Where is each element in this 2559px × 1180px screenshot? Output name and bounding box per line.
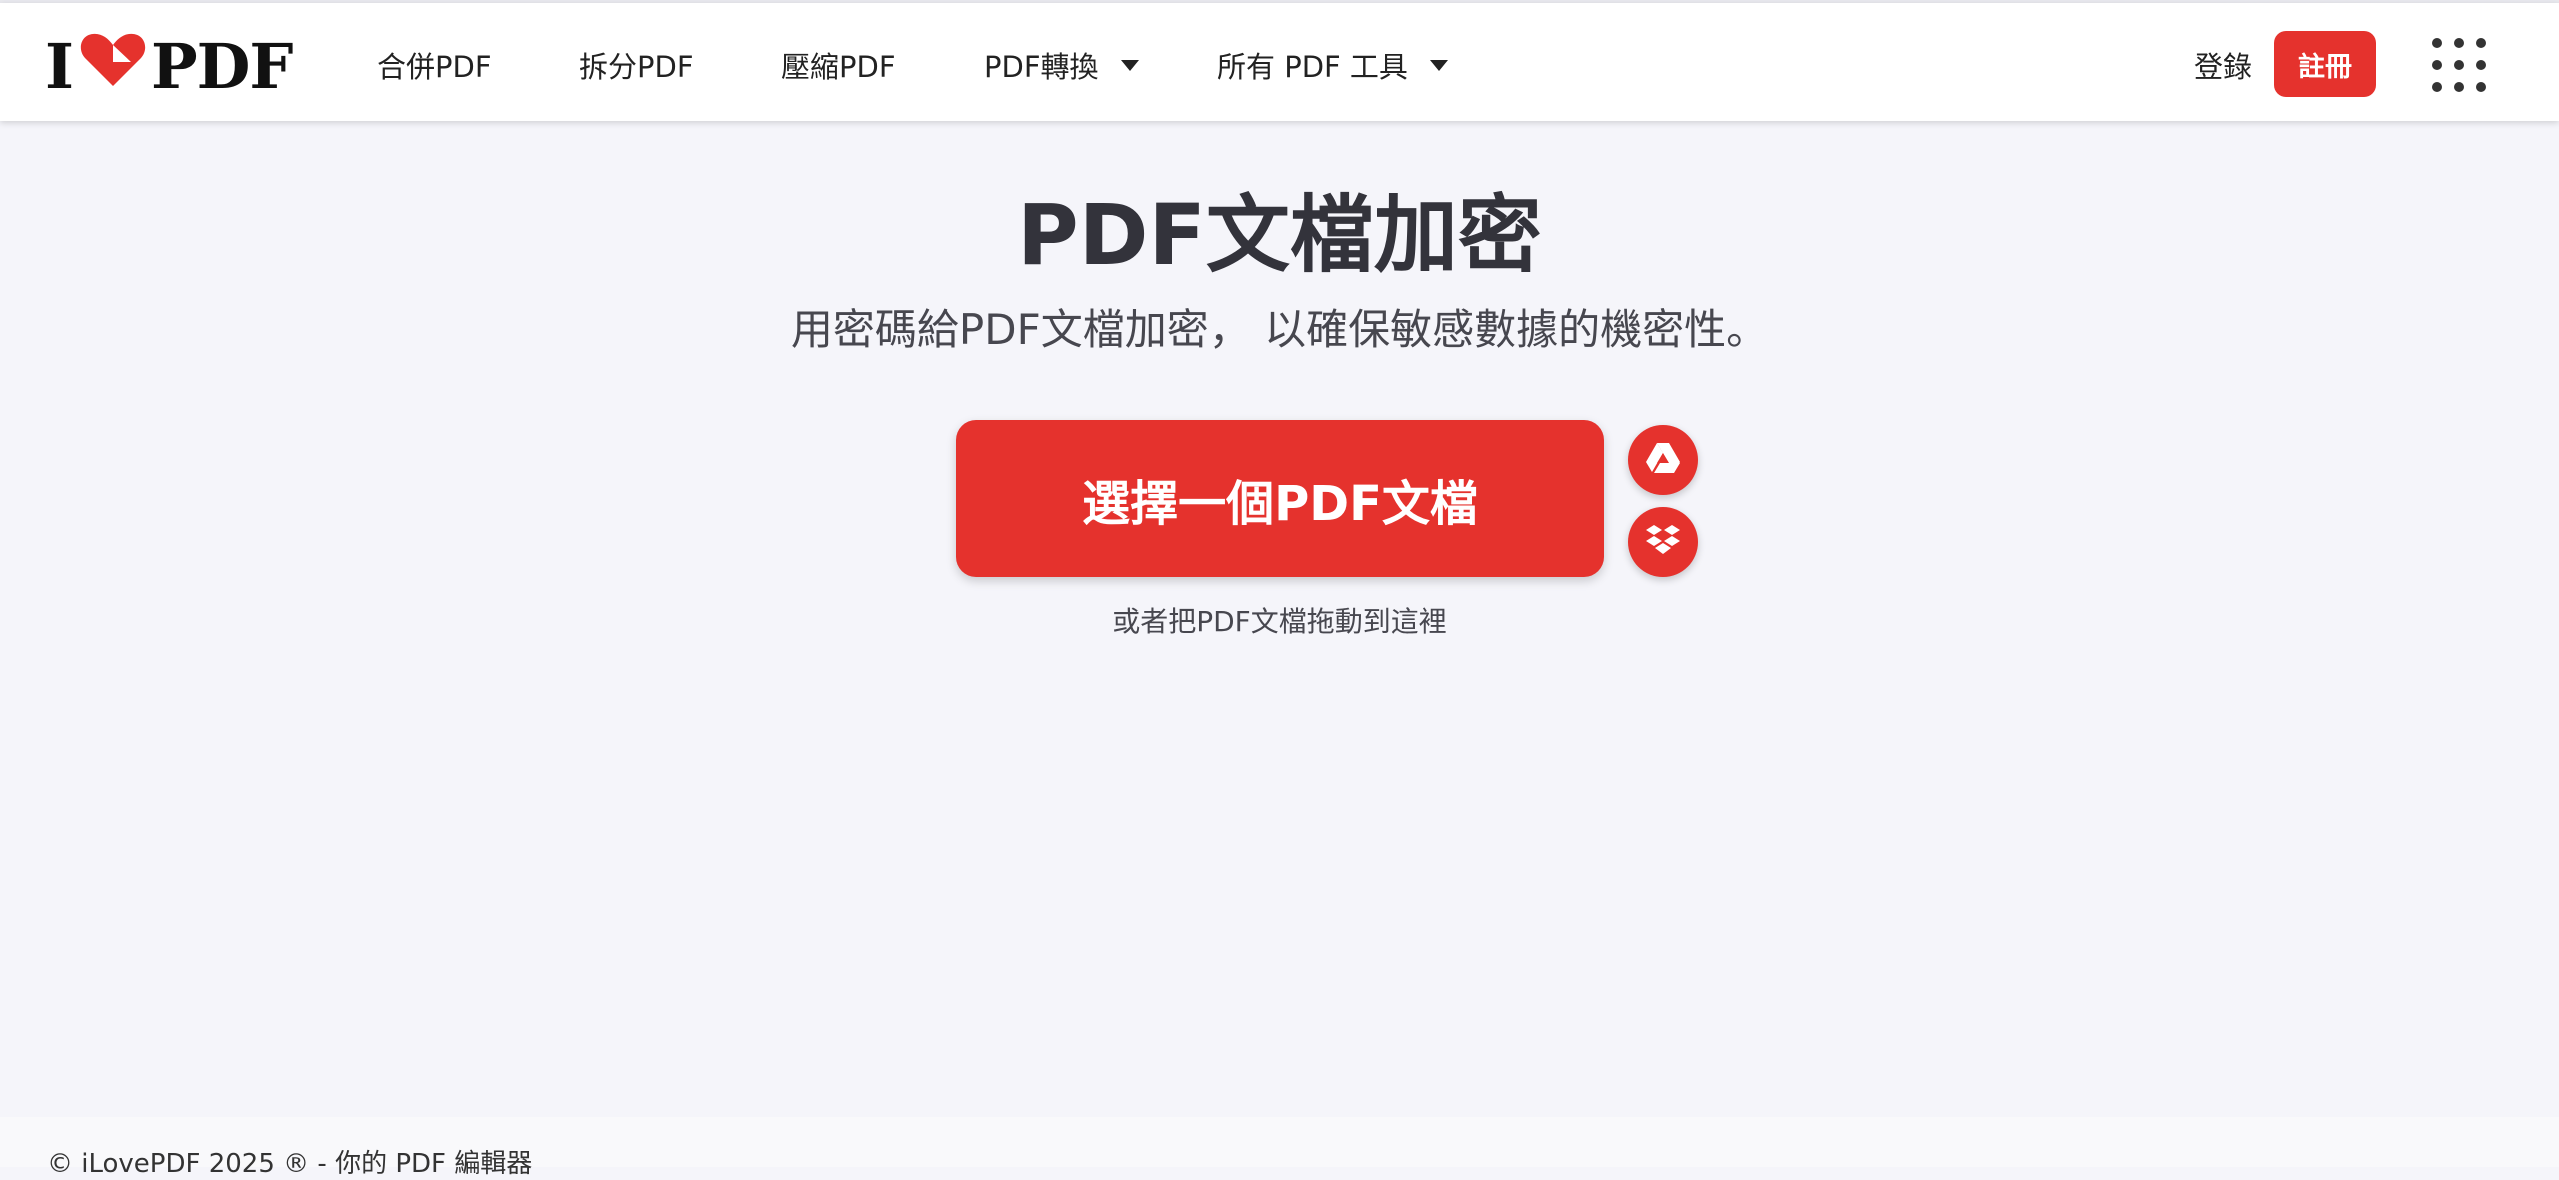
- signup-button[interactable]: 註冊: [2274, 31, 2376, 97]
- logo-letter: I: [45, 29, 74, 103]
- nav-compress-pdf[interactable]: 壓縮PDF: [781, 43, 896, 87]
- caret-down-icon: [1120, 59, 1139, 71]
- footer-copyright: © iLovePDF 2025 ® - 你的 PDF 編輯器: [47, 1149, 533, 1179]
- grid-dots-icon[interactable]: [2432, 38, 2486, 92]
- nav-label: 合併PDF: [377, 50, 492, 84]
- login-link[interactable]: 登錄: [2194, 43, 2252, 87]
- nav-convert-pdf-dropdown[interactable]: PDF轉換: [984, 43, 1139, 87]
- drop-hint-text: 或者把PDF文檔拖動到這裡: [1112, 605, 1447, 638]
- ilovepdf-logo[interactable]: I PDF: [45, 30, 293, 103]
- nav-label: PDF轉換: [984, 50, 1099, 84]
- nav-all-tools-dropdown[interactable]: 所有 PDF 工具: [1217, 43, 1448, 87]
- caret-down-icon: [1429, 59, 1448, 71]
- google-drive-button[interactable]: [1628, 425, 1698, 495]
- nav-split-pdf[interactable]: 拆分PDF: [579, 43, 694, 87]
- dropbox-icon: [1645, 524, 1681, 560]
- heart-icon: [79, 30, 147, 103]
- logo-text: PDF: [151, 29, 293, 103]
- nav-label: 拆分PDF: [579, 50, 694, 84]
- footer: © iLovePDF 2025 ® - 你的 PDF 編輯器: [0, 1117, 2559, 1179]
- page-subtitle: 用密碼給PDF文檔加密， 以確保敏感數據的機密性。: [790, 305, 1769, 354]
- select-pdf-button[interactable]: 選擇一個PDF文檔: [956, 420, 1604, 577]
- page-title: PDF文檔加密: [1017, 186, 1542, 284]
- dropbox-button[interactable]: [1628, 507, 1698, 577]
- nav-label: 壓縮PDF: [781, 50, 896, 84]
- nav-label: 所有 PDF 工具: [1217, 50, 1408, 84]
- google-drive-icon: [1645, 442, 1681, 478]
- top-navbar: I PDF 合併PDF 拆分PDF 壓縮PDF PDF轉換 所有 PDF 工具 …: [0, 3, 2559, 121]
- nav-merge-pdf[interactable]: 合併PDF: [377, 43, 492, 87]
